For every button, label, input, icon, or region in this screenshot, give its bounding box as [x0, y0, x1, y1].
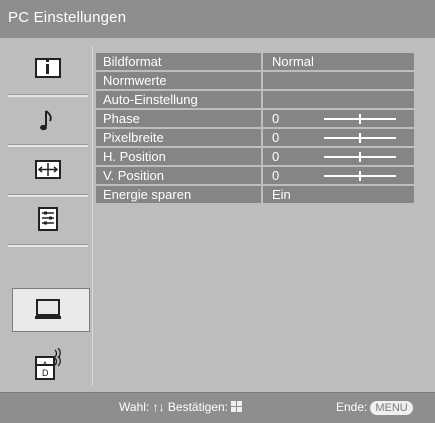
menu-row-label: V. Position	[103, 168, 164, 183]
menu-row-value-cell	[263, 91, 414, 108]
slider-thumb[interactable]	[359, 133, 361, 143]
navigation-hint: Wahl: ↑↓ Bestätigen:	[119, 400, 242, 414]
setup-icon	[38, 207, 58, 231]
exit-label: Ende:	[336, 400, 368, 414]
title-bar: PC Einstellungen	[0, 0, 435, 38]
screen-icon	[35, 160, 61, 179]
sound-icon	[40, 110, 52, 131]
select-label: Wahl:	[119, 400, 150, 414]
arrow-down-icon: ↓	[158, 400, 165, 414]
slider-thumb[interactable]	[359, 114, 361, 124]
menu-row-label: Pixelbreite	[103, 130, 164, 145]
exit-hint: Ende: MENU	[336, 400, 413, 415]
menu-row-label: H. Position	[103, 149, 166, 164]
menu-row-value: Normal	[272, 54, 314, 69]
menu-row-label: Phase	[103, 111, 140, 126]
confirm-label: Bestätigen:	[167, 400, 228, 414]
pc-settings-window: PC Einstellungen D Bildformat Normal Nor…	[0, 0, 435, 423]
menu-row[interactable]: V. Position 0	[96, 167, 414, 184]
sidebar-item-screen[interactable]	[8, 147, 88, 193]
sidebar-separator	[92, 46, 93, 386]
sidebar-item-digital-tv[interactable]: D	[8, 338, 88, 384]
menu-row-label: Bildformat	[103, 54, 162, 69]
sidebar-divider	[8, 94, 88, 97]
sidebar-item-picture[interactable]	[8, 46, 88, 92]
menu-row[interactable]: Pixelbreite 0	[96, 129, 414, 146]
sidebar-divider	[8, 244, 88, 247]
sidebar-item-sound[interactable]	[8, 98, 88, 144]
menu-row-value: 0	[272, 168, 280, 183]
sidebar-item-analog-tv[interactable]: A	[8, 290, 88, 372]
svg-text:D: D	[42, 368, 49, 378]
value-slider[interactable]	[324, 152, 396, 162]
menu-row[interactable]: H. Position 0	[96, 148, 414, 165]
slider-thumb[interactable]	[359, 171, 361, 181]
menu-key-button[interactable]: MENU	[370, 401, 413, 415]
slider-thumb[interactable]	[359, 152, 361, 162]
window-title: PC Einstellungen	[8, 9, 127, 26]
menu-row-value-cell	[263, 72, 414, 89]
menu-row[interactable]: Phase 0	[96, 110, 414, 127]
menu-row-label: Energie sparen	[103, 187, 192, 202]
picture-icon	[35, 58, 61, 78]
sidebar-item-setup[interactable]	[8, 196, 88, 242]
menu-row[interactable]: Energie sparen Ein	[96, 186, 414, 203]
menu-row[interactable]: Auto-Einstellung	[96, 91, 414, 108]
value-slider[interactable]	[324, 133, 396, 143]
menu-row-value: 0	[272, 130, 280, 145]
value-slider[interactable]	[324, 171, 396, 181]
menu-row-label: Normwerte	[103, 73, 167, 88]
confirm-key-icon	[230, 401, 242, 412]
menu-row[interactable]: Normwerte	[96, 72, 414, 89]
menu-row-value: Ein	[272, 187, 291, 202]
footer-bar: Wahl: ↑↓ Bestätigen: Ende: MENU	[0, 393, 435, 423]
value-slider[interactable]	[324, 114, 396, 124]
menu-row[interactable]: Bildformat Normal	[96, 53, 414, 70]
digital-tv-icon: D	[35, 356, 61, 380]
menu-row-value: 0	[272, 149, 280, 164]
category-sidebar: A D	[8, 46, 90, 386]
menu-row-value: 0	[272, 111, 280, 126]
menu-row-label: Auto-Einstellung	[103, 92, 198, 107]
